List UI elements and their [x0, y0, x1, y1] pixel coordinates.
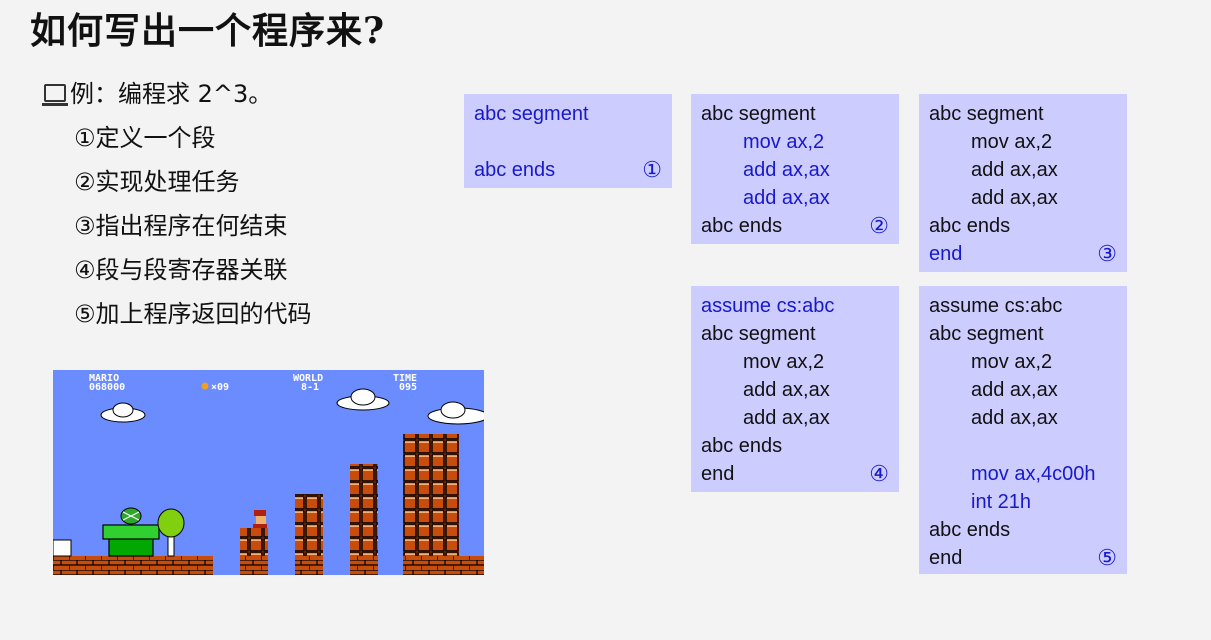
block-column [350, 464, 378, 556]
castle-fragment [53, 539, 72, 557]
code-line: add ax,ax [971, 159, 1058, 181]
block-column [403, 434, 431, 556]
hud-time: 095 [399, 382, 417, 393]
ground-bricks [240, 556, 268, 575]
code-line: abc ends [474, 159, 556, 181]
code-line: mov ax,2 [971, 351, 1053, 373]
code-line: int 21h [971, 491, 1032, 513]
code-line: add ax,ax [743, 379, 830, 401]
block-column [431, 434, 459, 556]
cloud-icon [100, 388, 484, 425]
mario-character-icon [253, 510, 267, 530]
code-line: add ax,ax [971, 407, 1058, 429]
game-scene: MARIO 068000 ×09 WORLD 8-1 TIME 095 [53, 373, 484, 575]
code-line: mov ax,2 [743, 351, 825, 373]
example-line: 例：编程求 2^3。 [42, 74, 273, 109]
tree-icon [157, 508, 185, 557]
code-line: abc segment [701, 103, 816, 125]
piranha-plant-icon [120, 507, 142, 525]
code-box-4: assume cs:abc abc segment mov ax,2 add a… [691, 286, 899, 492]
coin-icon [201, 382, 209, 390]
ground-bricks [350, 556, 378, 575]
step-item: ⑤加上程序返回的代码 [74, 300, 312, 328]
hud-world: 8-1 [301, 382, 319, 393]
code-line: abc ends [701, 215, 783, 237]
code-line: add ax,ax [971, 379, 1058, 401]
code-box-3: abc segment mov ax,2 add ax,ax add ax,ax… [919, 94, 1127, 272]
hud-score: 068000 [89, 382, 125, 393]
code-line: add ax,ax [743, 407, 830, 429]
code-line: add ax,ax [971, 187, 1058, 209]
code-line: add ax,ax [743, 159, 830, 181]
mario-game-screenshot: MARIO 068000 ×09 WORLD 8-1 TIME 095 [53, 370, 484, 575]
step-item: ①定义一个段 [74, 124, 216, 152]
code-box-2: abc segment mov ax,2 add ax,ax add ax,ax… [691, 94, 899, 244]
step-list: ①定义一个段 ②实现处理任务 ③指出程序在何结束 ④段与段寄存器关联 ⑤加上程序… [74, 116, 312, 336]
code-line: mov ax,2 [971, 131, 1053, 153]
step-number-badge: ⑤ [1097, 545, 1117, 570]
code-box-1: abc segment abc ends ① [464, 94, 672, 188]
code-line: abc ends [929, 519, 1011, 541]
block-column [240, 528, 268, 556]
pipe-icon [102, 524, 160, 557]
code-line: abc ends [929, 215, 1011, 237]
step-number-badge: ② [869, 213, 889, 238]
code-line: assume cs:abc [929, 295, 1063, 317]
step-item: ④段与段寄存器关联 [74, 256, 288, 284]
code-line: assume cs:abc [701, 295, 835, 317]
code-line: mov ax,2 [743, 131, 825, 153]
code-line: add ax,ax [743, 187, 830, 209]
block-column [295, 494, 323, 556]
code-line: abc segment [929, 323, 1044, 345]
code-line: abc ends [701, 435, 783, 457]
ground-bricks [403, 556, 484, 575]
code-line: abc segment [474, 103, 589, 125]
step-number-badge: ③ [1097, 241, 1117, 266]
code-line: end [701, 463, 735, 485]
code-box-5: assume cs:abc abc segment mov ax,2 add a… [919, 286, 1127, 574]
code-line: end [929, 243, 963, 265]
code-line: mov ax,4c00h [971, 463, 1096, 485]
hud-coins: ×09 [211, 382, 229, 393]
step-number-badge: ① [642, 157, 662, 182]
code-line: abc segment [701, 323, 816, 345]
ground-bricks [295, 556, 323, 575]
ground-bricks [53, 556, 213, 575]
page-title: 如何写出一个程序来? [30, 10, 386, 52]
code-line: end [929, 547, 963, 569]
step-number-badge: ④ [869, 461, 889, 486]
step-item: ②实现处理任务 [74, 168, 240, 196]
example-text: 例：编程求 2^3。 [70, 80, 273, 108]
step-item: ③指出程序在何结束 [74, 212, 288, 240]
code-line: abc segment [929, 103, 1044, 125]
monitor-icon [42, 84, 68, 106]
